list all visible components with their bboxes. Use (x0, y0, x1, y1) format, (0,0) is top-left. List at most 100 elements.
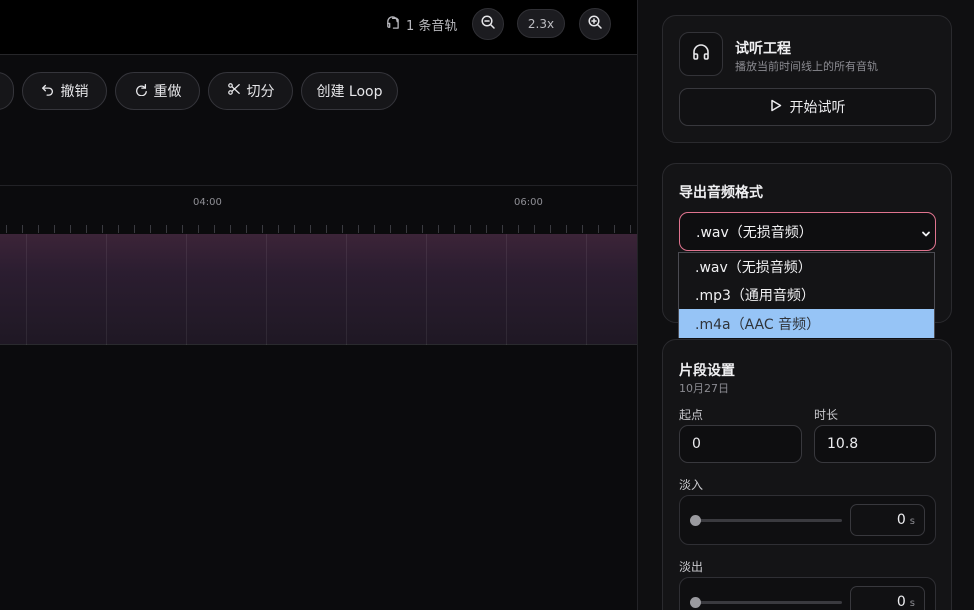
start-label: 起点 (679, 408, 704, 422)
ruler-tick (534, 225, 535, 233)
cut-button[interactable]: 切分 (208, 72, 293, 110)
ruler-tick (518, 225, 519, 233)
ruler-tick (454, 225, 455, 233)
ruler-tick (422, 225, 423, 233)
undo-button[interactable]: 撤销 (22, 72, 107, 110)
ruler-tick (198, 225, 199, 233)
dropdown-option-m4a[interactable]: .m4a（AAC 音频） (679, 309, 934, 338)
ruler-tick (614, 225, 615, 233)
fade-out-slider-track[interactable] (695, 601, 842, 604)
dropdown-option-mp3[interactable]: .mp3（通用音频） (679, 281, 934, 309)
lane-grid-line (346, 234, 347, 345)
redo-button[interactable]: 重做 (115, 72, 200, 110)
ruler-tick (86, 225, 87, 233)
editor-topbar: 1 条音轨 2.3x (0, 0, 637, 55)
ruler-label: 06:00 (514, 197, 543, 208)
undo-label: 撤销 (60, 84, 89, 100)
ruler-tick (598, 225, 599, 233)
ruler-tick (166, 225, 167, 233)
headphones-icon (691, 42, 711, 66)
listen-title: 试听工程 (735, 41, 791, 57)
start-input[interactable]: 0 (679, 425, 802, 463)
ruler-tick (566, 225, 567, 233)
ruler-tick (6, 225, 7, 233)
start-value: 0 (692, 436, 701, 452)
track-count: 1 条音轨 (385, 14, 457, 34)
toolbar-partial-button[interactable] (0, 72, 14, 110)
segment-date: 10月27日 (679, 382, 729, 395)
fade-out-control: 0 s (679, 577, 936, 610)
headphones-file-icon (385, 15, 400, 34)
zoom-in-button[interactable] (579, 8, 611, 40)
duration-value: 10.8 (827, 436, 859, 452)
ruler-tick (438, 225, 439, 233)
ruler-tick (150, 225, 151, 233)
duration-label: 时长 (814, 408, 839, 422)
fade-in-control: 0 s (679, 495, 936, 545)
ruler-tick (54, 225, 55, 233)
fade-out-label: 淡出 (679, 560, 704, 574)
timeline-editor: 1 条音轨 2.3x 撤销 重做 切分 创建 Loop 04:00 06:00 (0, 0, 637, 610)
ruler-label: 04:00 (193, 197, 222, 208)
redo-icon (134, 82, 148, 100)
ruler-tick (582, 225, 583, 233)
dropdown-option-wav[interactable]: .wav（无损音频） (679, 253, 934, 281)
play-icon (770, 99, 782, 116)
ruler-tick (358, 225, 359, 233)
fade-out-value: 0 (896, 594, 906, 610)
ruler-tick (278, 225, 279, 233)
lane-grid-line (586, 234, 587, 345)
lane-grid-line (266, 234, 267, 345)
cut-label: 切分 (246, 84, 275, 100)
track-count-label: 1 条音轨 (406, 18, 458, 34)
ruler-tick (326, 225, 327, 233)
lane-grid-line (426, 234, 427, 345)
chevron-down-icon (921, 227, 931, 243)
ruler-tick (214, 225, 215, 233)
segment-title: 片段设置 (679, 363, 735, 379)
ruler-tick (118, 225, 119, 233)
ruler-tick (390, 225, 391, 233)
export-format-select[interactable]: .wav（无损音频） (679, 212, 936, 251)
fade-out-slider-thumb[interactable] (690, 597, 701, 608)
fade-in-value: 0 (896, 512, 906, 528)
fade-in-slider-thumb[interactable] (690, 515, 701, 526)
zoom-out-button[interactable] (472, 8, 504, 40)
create-loop-button[interactable]: 创建 Loop (301, 72, 398, 110)
fade-out-input[interactable]: 0 s (850, 586, 925, 610)
scissors-icon (227, 82, 241, 100)
fade-out-unit: s (909, 598, 915, 609)
ruler-tick (262, 225, 263, 233)
fade-in-slider-track[interactable] (695, 519, 842, 522)
redo-label: 重做 (153, 84, 182, 100)
listen-subtitle: 播放当前时间线上的所有音轨 (735, 60, 878, 73)
ruler-tick (342, 225, 343, 233)
zoom-level[interactable]: 2.3x (517, 9, 565, 38)
segment-card: 片段设置 10月27日 起点 0 时长 10.8 淡入 0 s 淡出 0 s (662, 339, 952, 610)
ruler-tick (22, 225, 23, 233)
ruler-tick (182, 225, 183, 233)
fade-in-label: 淡入 (679, 478, 704, 492)
ruler-tick (102, 225, 103, 233)
ruler-tick (38, 225, 39, 233)
duration-input[interactable]: 10.8 (814, 425, 936, 463)
ruler-tick (70, 225, 71, 233)
ruler-tick (550, 225, 551, 233)
fade-in-unit: s (909, 516, 915, 527)
fade-in-input[interactable]: 0 s (850, 504, 925, 536)
export-format-selected: .wav（无损音频） (696, 224, 813, 241)
audio-track-lane[interactable] (0, 234, 637, 345)
create-loop-label: 创建 Loop (316, 84, 383, 100)
export-format-title: 导出音频格式 (679, 185, 763, 201)
ruler-tick (470, 225, 471, 233)
lane-grid-line (186, 234, 187, 345)
zoom-out-icon (480, 14, 496, 34)
listen-card: 试听工程 播放当前时间线上的所有音轨 开始试听 (662, 15, 952, 143)
ruler-tick (406, 225, 407, 233)
time-ruler[interactable]: 04:00 06:00 (0, 185, 637, 233)
ruler-tick (502, 225, 503, 233)
ruler-tick (374, 225, 375, 233)
lane-grid-line (506, 234, 507, 345)
zoom-in-icon (587, 14, 603, 34)
start-listen-button[interactable]: 开始试听 (679, 88, 936, 126)
